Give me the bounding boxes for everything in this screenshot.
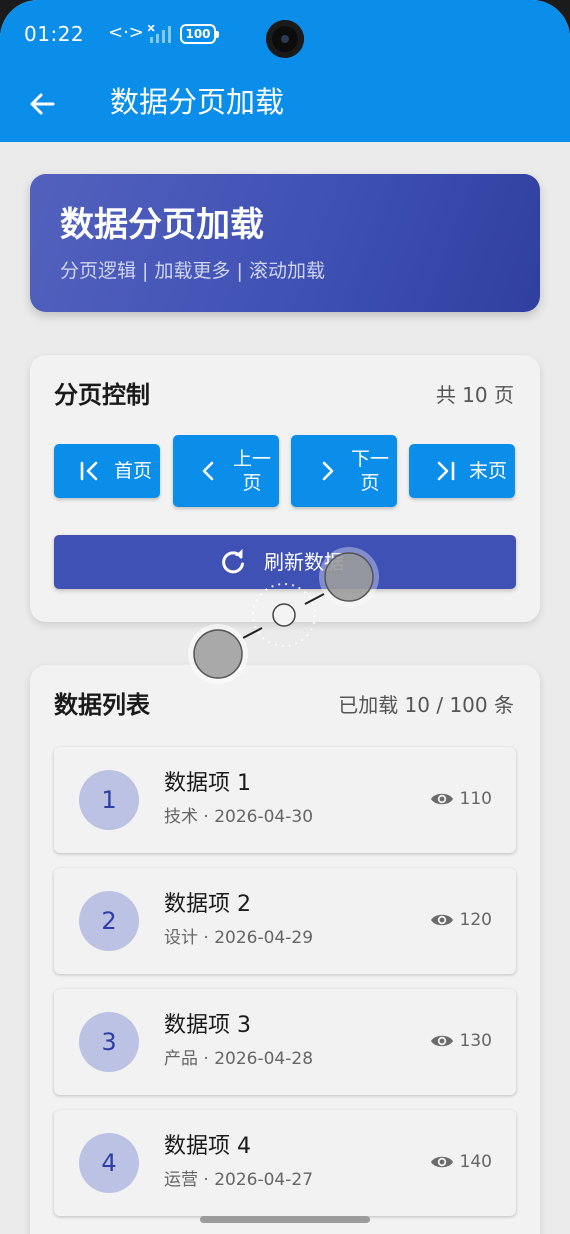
item-number-badge: 2 xyxy=(79,891,139,951)
data-list-title: 数据列表 xyxy=(54,691,150,719)
first-page-label: 首页 xyxy=(114,460,153,482)
first-page-icon xyxy=(80,461,98,481)
last-page-icon xyxy=(437,461,455,481)
prev-page-button[interactable]: 上一页 xyxy=(173,435,279,507)
item-name: 数据项 4 xyxy=(164,1134,251,1159)
last-page-button[interactable]: 末页 xyxy=(409,444,515,498)
item-views: 130 xyxy=(430,1029,492,1053)
last-page-label: 末页 xyxy=(469,460,508,482)
eye-icon xyxy=(430,1035,453,1047)
list-item[interactable]: 2 数据项 2 设计 · 2026-04-29 120 xyxy=(54,868,516,974)
page-title: 数据分页加载 xyxy=(110,85,285,119)
status-time: 01:22 xyxy=(24,22,85,46)
chevron-right-icon xyxy=(322,461,334,481)
back-arrow-icon xyxy=(30,93,55,115)
total-pages: 共 10 页 xyxy=(435,383,514,407)
item-meta: 运营 · 2026-04-27 xyxy=(164,1170,314,1190)
refresh-icon xyxy=(222,549,244,574)
first-page-button[interactable]: 首页 xyxy=(54,444,160,498)
hero-title: 数据分页加载 xyxy=(60,205,264,245)
item-view-count: 120 xyxy=(459,910,492,930)
battery-icon: 100 xyxy=(180,24,219,44)
chevron-left-icon xyxy=(202,461,214,481)
item-view-count: 130 xyxy=(459,1031,492,1051)
item-number-badge: 3 xyxy=(79,1012,139,1072)
item-views: 120 xyxy=(430,908,492,932)
next-page-button[interactable]: 下一页 xyxy=(291,435,397,507)
item-meta: 技术 · 2026-04-30 xyxy=(164,807,314,827)
item-number-badge: 4 xyxy=(79,1133,139,1193)
list-item[interactable]: 3 数据项 3 产品 · 2026-04-28 130 xyxy=(54,989,516,1095)
item-name: 数据项 2 xyxy=(164,892,251,917)
eye-icon xyxy=(430,914,453,926)
hero-subtitle: 分页逻辑 | 加载更多 | 滚动加载 xyxy=(60,260,325,282)
eye-icon xyxy=(430,1156,453,1168)
item-views: 140 xyxy=(430,1150,492,1174)
phone-screen: 01:22 <·> 100 数据分页加载 数据分页加载 分页逻辑 | 加载更多 … xyxy=(0,0,570,1234)
next-page-label: 下一页 xyxy=(351,448,390,494)
app-bar: 数据分页加载 xyxy=(0,70,570,142)
item-view-count: 140 xyxy=(459,1152,492,1172)
item-view-count: 110 xyxy=(459,789,492,809)
refresh-label: 刷新数据 xyxy=(264,550,344,574)
top-bar: 01:22 <·> 100 数据分页加载 xyxy=(0,0,570,142)
item-meta: 产品 · 2026-04-28 xyxy=(164,1049,314,1069)
hero-banner: 数据分页加载 分页逻辑 | 加载更多 | 滚动加载 xyxy=(30,174,540,312)
item-name: 数据项 3 xyxy=(164,1013,251,1038)
signal-icon xyxy=(148,25,171,43)
pagination-card: 分页控制 共 10 页 首页 上一页 下一页 末页 刷新数据 xyxy=(30,355,540,622)
pagination-title: 分页控制 xyxy=(54,381,150,409)
list-item[interactable]: 1 数据项 1 技术 · 2026-04-30 110 xyxy=(54,747,516,853)
front-camera xyxy=(266,20,304,58)
eye-icon xyxy=(430,793,453,805)
data-list-card: 数据列表 已加载 10 / 100 条 1 数据项 1 技术 · 2026-04… xyxy=(30,665,540,1234)
loaded-count: 已加载 10 / 100 条 xyxy=(338,693,514,717)
network-icon: <·> xyxy=(108,22,144,43)
item-views: 110 xyxy=(430,787,492,811)
refresh-button[interactable]: 刷新数据 xyxy=(54,535,516,589)
home-indicator[interactable] xyxy=(200,1216,370,1223)
list-item[interactable]: 4 数据项 4 运营 · 2026-04-27 140 xyxy=(54,1110,516,1216)
item-meta: 设计 · 2026-04-29 xyxy=(164,928,314,948)
item-number-badge: 1 xyxy=(79,770,139,830)
prev-page-label: 上一页 xyxy=(233,448,272,494)
back-button[interactable] xyxy=(22,84,62,124)
item-name: 数据项 1 xyxy=(164,771,251,796)
